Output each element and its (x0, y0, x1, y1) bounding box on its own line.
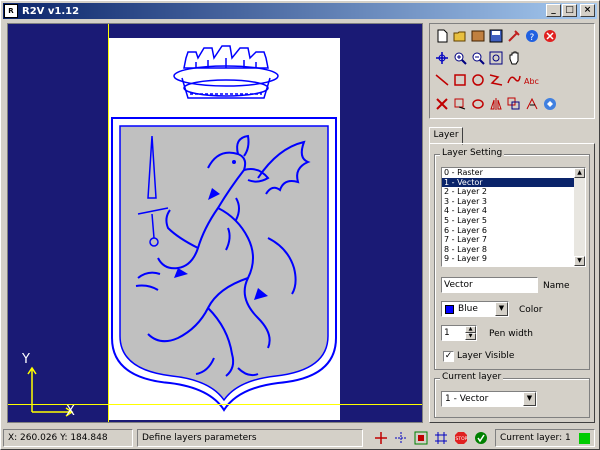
current-layer-group-label: Current layer (440, 372, 504, 382)
app-window: R R2V v1.12 _ □ × Y X ? Abc Layer Layer … (0, 0, 600, 450)
rectangle-icon[interactable] (452, 72, 468, 88)
layer-list-item[interactable]: 6 - Layer 6 (442, 226, 585, 236)
layer-list-item[interactable]: 4 - Layer 4 (442, 206, 585, 216)
import-icon[interactable] (470, 28, 486, 44)
grid-icon[interactable] (433, 430, 449, 446)
layer-visible-checkbox[interactable]: ✓ (443, 351, 454, 362)
status-coords: X: 260.026 Y: 184.848 (3, 429, 133, 447)
tool-icon[interactable] (506, 28, 522, 44)
layer-tab-content: Layer Setting 0 - Raster 1 - Vector 2 - La… (429, 143, 595, 423)
layer-list-item[interactable]: 3 - Layer 3 (442, 197, 585, 207)
crown-icon (173, 45, 279, 99)
layer-list-item[interactable]: 0 - Raster (442, 168, 585, 178)
toolbar: ? Abc (429, 23, 595, 119)
info-icon[interactable] (542, 96, 558, 112)
circle-icon[interactable] (470, 72, 486, 88)
stepper-arrows-icon[interactable]: ▲ ▼ (465, 326, 476, 340)
maximize-button[interactable]: □ (562, 4, 577, 17)
tab-strip: Layer (429, 125, 595, 145)
coords-readout: X: 260.026 Y: 184.848 (8, 433, 108, 443)
line-icon[interactable] (434, 72, 450, 88)
status-bar: X: 260.026 Y: 184.848 Define layers para… (3, 429, 597, 447)
text-icon[interactable]: Abc (524, 72, 540, 88)
layer-color-select[interactable]: Blue ▼ (441, 301, 509, 317)
window-title: R2V v1.12 (22, 5, 80, 17)
current-layer-select[interactable]: 1 - Vector ▼ (441, 391, 537, 407)
current-layer-status: Current layer: 1 (495, 429, 595, 447)
axis-y-label: Y (22, 352, 30, 367)
pan-icon[interactable] (434, 50, 450, 66)
svg-text:STOP: STOP (456, 436, 468, 442)
ok-icon[interactable] (473, 430, 489, 446)
minimize-button[interactable]: _ (546, 4, 561, 17)
trim-icon[interactable] (524, 96, 540, 112)
layer-color-label: Color (519, 305, 543, 315)
color-swatch (445, 305, 454, 314)
delete-icon[interactable] (434, 96, 450, 112)
drawing-canvas[interactable]: Y X (7, 23, 423, 423)
status-message-cell: Define layers parameters (137, 429, 363, 447)
chevron-down-icon[interactable]: ▼ (523, 392, 536, 406)
curve-icon[interactable] (506, 72, 522, 88)
layer-list-item[interactable]: 5 - Layer 5 (442, 216, 585, 226)
current-layer-value: 1 - Vector (445, 394, 489, 404)
scroll-down-icon[interactable]: ▼ (574, 256, 585, 266)
app-logo-icon[interactable]: R (4, 4, 18, 18)
help-icon[interactable]: ? (524, 28, 540, 44)
title-bar[interactable]: R R2V v1.12 _ □ × (3, 3, 597, 19)
layer-setting-label: Layer Setting (440, 148, 505, 158)
crosshair-icon[interactable] (373, 430, 389, 446)
right-panel: ? Abc Layer Layer Setting 0 - Raster 1 -… (429, 23, 595, 423)
axis-x-label: X (66, 404, 75, 419)
stop-icon[interactable]: STOP (453, 430, 469, 446)
pen-width-stepper[interactable]: 1 ▲ ▼ (441, 325, 477, 341)
layer-list-item[interactable]: 9 - Layer 9 (442, 254, 585, 264)
current-layer-group: Current layer 1 - Vector ▼ (434, 372, 590, 418)
zoom-window-icon[interactable] (488, 50, 504, 66)
svg-text:Abc: Abc (524, 77, 539, 86)
zoom-out-icon[interactable] (470, 50, 486, 66)
layer-list-item[interactable]: 8 - Layer 8 (442, 245, 585, 255)
layer-color-value: Blue (458, 304, 478, 314)
coat-of-arms-drawing (111, 45, 337, 412)
pen-width-label: Pen width (489, 329, 534, 339)
layer-name-label: Name (543, 281, 570, 291)
mirror-icon[interactable] (488, 96, 504, 112)
layer-list-item[interactable]: 1 - Vector (442, 177, 585, 188)
save-icon[interactable] (488, 28, 504, 44)
exit-icon[interactable] (542, 28, 558, 44)
layer-list[interactable]: 0 - Raster 1 - Vector 2 - Layer 23 - Layer… (441, 167, 586, 267)
layer-list-scrollbar[interactable]: ▲ ▼ (574, 168, 585, 266)
layer-visible-label: Layer Visible (457, 351, 515, 361)
layer-name-field[interactable]: Vector (441, 277, 538, 293)
grid-snap-icon[interactable] (413, 430, 429, 446)
snap-icon[interactable] (393, 430, 409, 446)
new-file-icon[interactable] (434, 28, 450, 44)
hand-icon[interactable] (506, 50, 522, 66)
layer-setting-group: Layer Setting 0 - Raster 1 - Vector 2 - La… (434, 148, 590, 370)
layer-list-item[interactable]: 7 - Layer 7 (442, 235, 585, 245)
raster-image (108, 38, 340, 420)
y-axis-line (108, 24, 109, 422)
status-message: Define layers parameters (142, 433, 257, 443)
copy-icon[interactable] (506, 96, 522, 112)
open-file-icon[interactable] (452, 28, 468, 44)
layer-color-indicator (579, 433, 590, 444)
layer-list-item[interactable]: 2 - Layer 2 (442, 187, 585, 197)
svg-text:?: ? (530, 33, 535, 43)
current-layer-status-text: Current layer: 1 (500, 433, 571, 443)
rotate-icon[interactable] (470, 96, 486, 112)
close-button[interactable]: × (580, 4, 595, 17)
scroll-up-icon[interactable]: ▲ (574, 168, 585, 178)
polyline-icon[interactable] (488, 72, 504, 88)
move-icon[interactable] (452, 96, 468, 112)
chevron-down-icon[interactable]: ▼ (495, 302, 508, 316)
zoom-in-icon[interactable] (452, 50, 468, 66)
pen-width-value: 1 (444, 328, 450, 338)
